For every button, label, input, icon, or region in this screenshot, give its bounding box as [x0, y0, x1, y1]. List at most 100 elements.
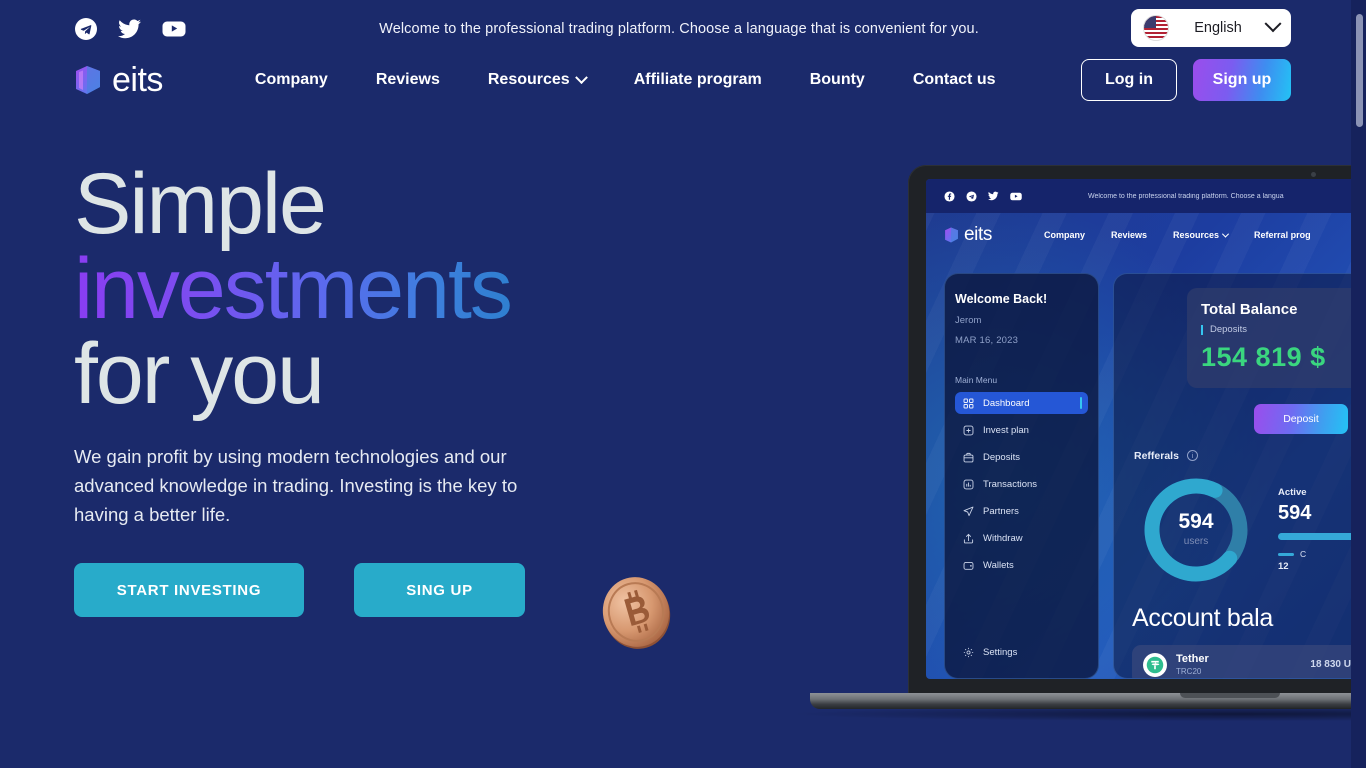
sidebar-item-label: Settings [983, 646, 1018, 658]
sidebar-item-withdraw[interactable]: Withdraw [955, 527, 1088, 549]
hero-title: Simple investments for you [74, 161, 634, 417]
briefcase-icon [963, 452, 974, 463]
sidebar-item-dashboard[interactable]: Dashboard [955, 392, 1088, 414]
twitter-icon[interactable] [118, 17, 142, 41]
facebook-icon[interactable] [944, 190, 955, 202]
sidebar-item-label: Wallets [983, 559, 1014, 571]
sidebar-item-label: Invest plan [983, 424, 1029, 436]
nav-link-affiliate-program[interactable]: Affiliate program [634, 65, 762, 95]
language-selector[interactable]: English [1131, 9, 1291, 47]
chevron-down-icon [1222, 230, 1230, 238]
laptop-mockup: Welcome to the professional trading plat… [798, 165, 1366, 721]
balance-card-subtitle: Deposits [1201, 325, 1366, 335]
laptop-screen: Welcome to the professional trading plat… [926, 179, 1366, 679]
landing-page: Welcome to the professional trading plat… [0, 0, 1366, 768]
nav-link-label: Contact us [912, 71, 996, 88]
wallet-icon [963, 560, 974, 571]
donut-center-value: 594 [1178, 510, 1213, 533]
screen-nav-link-company[interactable]: Company [1044, 230, 1085, 240]
screen-dashboard: Welcome Back! Jerom MAR 16, 2023 Main Me… [926, 257, 1366, 679]
screen-nav-link-referral-program[interactable]: Referral prog [1254, 230, 1311, 240]
sidebar-item-settings[interactable]: Settings [955, 641, 1088, 663]
logo[interactable]: eits [74, 63, 163, 97]
sidebar-item-invest-plan[interactable]: Invest plan [955, 419, 1088, 441]
total-balance-card: Total Balance Deposits 154 819 $ [1187, 288, 1366, 388]
top-announcement-bar: Welcome to the professional trading plat… [0, 0, 1358, 57]
grid-icon [963, 398, 974, 409]
hero-title-line-2: investments [74, 241, 513, 338]
sidebar-item-label: Partners [983, 505, 1019, 517]
screen-nav-link-reviews[interactable]: Reviews [1111, 230, 1147, 240]
nav-link-bounty[interactable]: Bounty [810, 65, 865, 95]
twitter-icon[interactable] [988, 191, 999, 201]
nav-link-label: Resources [487, 71, 570, 88]
dashboard-sidebar: Welcome Back! Jerom MAR 16, 2023 Main Me… [944, 273, 1099, 679]
coin-row[interactable]: Tether TRC20 18 830 USDT [1132, 644, 1366, 678]
screen-nav-links: Company Reviews Resources Referral prog [1044, 230, 1311, 240]
screen-social-links [944, 190, 1022, 202]
donut-center-caption: users [1184, 536, 1208, 547]
deposit-button[interactable]: Deposit [1254, 403, 1348, 434]
coin-name: Tether [1176, 653, 1209, 666]
sidebar-item-label: Deposits [983, 451, 1020, 463]
coin-info: Tether TRC20 [1176, 653, 1209, 676]
balance-amount: 154 819 $ [1201, 341, 1326, 372]
hero-section: Simple investments for you We gain profi… [74, 161, 634, 618]
sidebar-item-partners[interactable]: Partners [955, 500, 1088, 522]
sidebar-item-label: Transactions [983, 478, 1038, 490]
screen-logo[interactable]: eits [944, 224, 992, 246]
nav-link-contact-us[interactable]: Contact us [913, 65, 996, 95]
sidebar-item-transactions[interactable]: Transactions [955, 473, 1088, 495]
screen-nav-link-resources[interactable]: Resources [1173, 230, 1230, 240]
auth-buttons: Log in Sign up [1081, 59, 1291, 101]
sidebar-item-label: Dashboard [983, 397, 1030, 409]
hero-paragraph: We gain profit by using modern technolog… [74, 446, 518, 525]
sidebar-item-deposits[interactable]: Deposits [955, 446, 1088, 468]
eits-logo-icon [74, 65, 102, 95]
social-links [74, 17, 186, 41]
login-button[interactable]: Log in [1081, 59, 1177, 101]
laptop-camera [1311, 172, 1316, 177]
chevron-down-icon [574, 70, 588, 84]
nav-link-label: Company [254, 71, 328, 88]
us-flag-icon [1143, 15, 1169, 41]
page-scrollbar-thumb[interactable] [1356, 14, 1363, 127]
youtube-icon[interactable] [162, 17, 186, 41]
sign-up-button[interactable]: SING UP [354, 563, 525, 618]
telegram-icon[interactable] [966, 190, 977, 202]
logo-text: eits [112, 61, 163, 99]
referrals-header: Refferals i [1134, 450, 1366, 462]
info-icon[interactable]: i [1186, 450, 1198, 461]
hero-title-line-1: Simple [74, 156, 327, 252]
main-navigation: eits Company Reviews Resources Affiliate… [0, 52, 1358, 108]
screen-announcement-text: Welcome to the professional trading plat… [1088, 192, 1284, 200]
sidebar-item-label: Withdraw [983, 532, 1023, 544]
nav-link-reviews[interactable]: Reviews [376, 65, 440, 95]
chevron-down-icon [1264, 15, 1282, 33]
youtube-icon[interactable] [1010, 192, 1022, 201]
screen-top-announcement-bar: Welcome to the professional trading plat… [926, 179, 1366, 213]
screen-navigation: eits Company Reviews Resources Referral … [926, 213, 1366, 257]
telegram-icon[interactable] [74, 17, 98, 41]
laptop-shadow [798, 707, 1366, 721]
referral-stats: 594 users Active 594 C 12 [1132, 472, 1366, 588]
plus-square-icon [963, 425, 974, 436]
start-investing-button[interactable]: START INVESTING [74, 563, 304, 618]
coin-network: TRC20 [1176, 666, 1202, 676]
hero-title-line-3: for you [74, 326, 325, 423]
account-balance-title: Account bala [1132, 603, 1273, 632]
nav-link-company[interactable]: Company [255, 65, 328, 95]
sidebar-item-wallets[interactable]: Wallets [955, 554, 1088, 576]
signup-button[interactable]: Sign up [1193, 59, 1291, 101]
legend-dash-icon [1278, 552, 1294, 556]
nav-link-label: Reviews [375, 71, 440, 88]
screen-nav-link-label: Referral prog [1254, 230, 1311, 240]
referrals-donut-chart: 594 users [1138, 472, 1254, 588]
hero-buttons: START INVESTING SING UP [74, 563, 634, 618]
nav-link-resources[interactable]: Resources [487, 65, 588, 95]
tether-icon [1143, 652, 1167, 677]
bar-chart-icon [963, 479, 974, 490]
gear-icon [963, 647, 974, 658]
screen-nav-link-label: Resources [1173, 230, 1220, 240]
